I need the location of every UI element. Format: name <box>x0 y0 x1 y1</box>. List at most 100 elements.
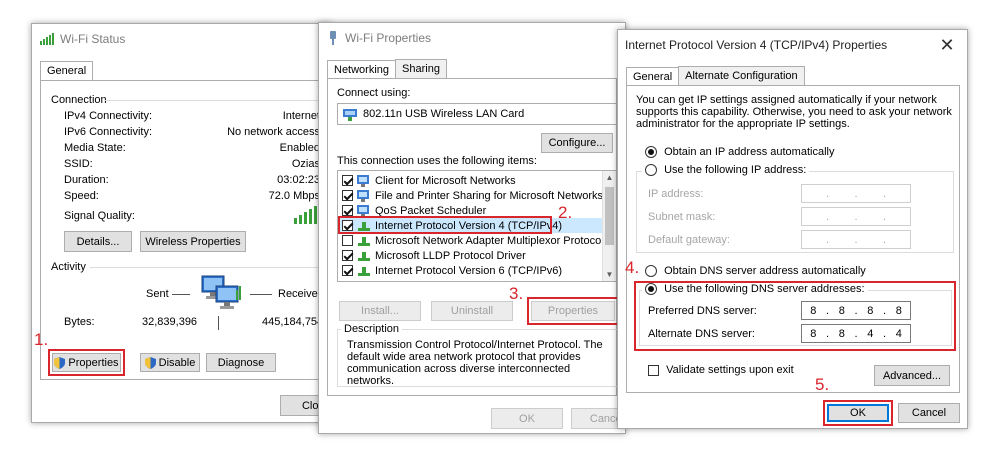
alternate-dns-input[interactable]: 8. 8. 4. 4 <box>801 324 911 343</box>
close-icon[interactable]: ✕ <box>927 30 967 60</box>
ip-address-input[interactable]: ... <box>801 184 911 203</box>
item-label: Client for Microsoft Networks <box>375 174 516 187</box>
subnet-mask-label: Subnet mask: <box>648 211 716 223</box>
list-item[interactable]: Internet Protocol Version 6 (TCP/IPv6) <box>342 263 562 278</box>
ipv6-connectivity-label: IPv6 Connectivity: <box>64 126 153 138</box>
sent-line <box>172 294 190 295</box>
description-text: Transmission Control Protocol/Internet P… <box>347 339 603 387</box>
item-label: File and Printer Sharing for Microsoft N… <box>375 189 604 202</box>
advanced-button[interactable]: Advanced... <box>874 365 950 386</box>
bytes-separator <box>218 316 219 330</box>
adapter-name: 802.11n USB Wireless LAN Card <box>363 108 525 120</box>
items-scrollbar[interactable]: ▲ ▼ <box>602 171 616 281</box>
obtain-ip-auto-label: Obtain an IP address automatically <box>664 146 835 158</box>
items-label: This connection uses the following items… <box>337 155 537 167</box>
list-item[interactable]: Microsoft LLDP Protocol Driver <box>342 248 526 263</box>
step-4-label: 4. <box>625 258 640 277</box>
item-checkbox[interactable] <box>342 175 353 186</box>
details-button[interactable]: Details... <box>64 231 132 252</box>
scroll-down-arrow-icon[interactable]: ▼ <box>603 270 616 279</box>
preferred-dns-octet-3: 8 <box>867 304 874 317</box>
ipv4-title: Internet Protocol Version 4 (TCP/IPv4) P… <box>625 38 888 52</box>
ip-address-label: IP address: <box>648 188 704 200</box>
use-following-dns-option[interactable]: Use the following DNS server addresses: <box>642 283 868 296</box>
disable-button[interactable]: Disable <box>140 353 200 372</box>
ok-button[interactable]: OK <box>491 408 563 429</box>
network-client-icon <box>357 189 371 202</box>
tab-general[interactable]: General <box>626 67 680 87</box>
item-checkbox[interactable] <box>342 190 353 201</box>
wifi-properties-title: Wi-Fi Properties <box>345 31 432 45</box>
use-following-ip-option[interactable]: Use the following IP address: <box>642 164 810 177</box>
item-checkbox[interactable] <box>342 265 353 276</box>
preferred-dns-octet-1: 8 <box>810 304 817 317</box>
ok-button[interactable]: OK <box>827 404 889 422</box>
protocol-icon <box>357 250 371 262</box>
list-item[interactable]: Client for Microsoft Networks <box>342 173 516 188</box>
configure-button[interactable]: Configure... <box>541 133 613 153</box>
default-gateway-input[interactable]: ... <box>801 230 911 249</box>
connection-divider <box>104 100 330 101</box>
connect-using-label: Connect using: <box>337 87 411 99</box>
default-gateway-label: Default gateway: <box>648 234 730 246</box>
tab-alternate-configuration[interactable]: Alternate Configuration <box>678 66 805 86</box>
subnet-mask-input[interactable]: ... <box>801 207 911 226</box>
wifi-properties-window: Wi-Fi Properties Networking Sharing Conn… <box>318 22 626 434</box>
diagnose-button[interactable]: Diagnose <box>206 353 276 372</box>
obtain-dns-auto-radio[interactable] <box>645 265 657 278</box>
item-label: QoS Packet Scheduler <box>375 204 487 217</box>
obtain-dns-auto-option[interactable]: Obtain DNS server address automatically <box>645 265 866 278</box>
shield-icon <box>144 356 156 369</box>
step-5-label: 5. <box>815 375 830 394</box>
obtain-ip-auto-radio[interactable] <box>645 146 657 159</box>
use-following-ip-label: Use the following IP address: <box>664 164 807 176</box>
received-line <box>250 294 272 295</box>
tab-sharing[interactable]: Sharing <box>395 59 447 79</box>
item-checkbox[interactable] <box>342 250 353 261</box>
obtain-dns-auto-label: Obtain DNS server address automatically <box>664 265 866 277</box>
wifi-properties-titlebar[interactable]: Wi-Fi Properties <box>319 23 625 53</box>
tab-networking[interactable]: Networking <box>327 60 397 80</box>
scroll-up-arrow-icon[interactable]: ▲ <box>603 173 616 182</box>
ipv6-connectivity-value: No network access <box>227 126 320 138</box>
signal-quality-label: Signal Quality: <box>64 210 135 222</box>
activity-header: Activity <box>51 261 86 273</box>
alternate-dns-octet-4: 4 <box>895 327 902 340</box>
list-item[interactable]: Microsoft Network Adapter Multiplexor Pr… <box>342 233 604 248</box>
list-item[interactable]: File and Printer Sharing for Microsoft N… <box>342 188 603 203</box>
sent-label: Sent <box>146 288 169 300</box>
uninstall-button[interactable]: Uninstall <box>431 301 513 321</box>
wifi-status-titlebar[interactable]: Wi-Fi Status <box>32 24 330 54</box>
step-2-label: 2. <box>558 203 573 222</box>
item-checkbox[interactable] <box>342 235 353 246</box>
item-checkbox[interactable] <box>342 205 353 216</box>
preferred-dns-input[interactable]: 8. 8. 8. 8 <box>801 301 911 320</box>
wireless-properties-button[interactable]: Wireless Properties <box>140 231 246 252</box>
properties-button[interactable]: Properties <box>531 301 615 321</box>
speed-value: 72.0 Mbps <box>268 190 320 202</box>
step-3-label: 3. <box>509 284 524 303</box>
bytes-sent-value: 32,839,396 <box>142 316 198 328</box>
ipv4-connectivity-value: Internet <box>282 110 320 122</box>
use-following-ip-radio[interactable] <box>645 164 657 177</box>
obtain-ip-auto-option[interactable]: Obtain an IP address automatically <box>645 146 835 159</box>
install-button[interactable]: Install... <box>339 301 421 321</box>
alternate-dns-octet-1: 8 <box>810 327 817 340</box>
network-client-icon <box>357 204 371 217</box>
step-1-label: 1. <box>34 330 49 349</box>
intro-text: You can get IP settings assigned automat… <box>636 94 952 130</box>
ipv4-titlebar[interactable]: Internet Protocol Version 4 (TCP/IPv4) P… <box>618 30 967 60</box>
properties-button[interactable]: Properties <box>52 353 121 372</box>
alternate-dns-octet-2: 8 <box>838 327 845 340</box>
cancel-button[interactable]: Cancel <box>898 403 960 423</box>
protocol-icon <box>357 235 371 247</box>
ssid-value: Ozias <box>291 158 320 170</box>
properties-button-label: Properties <box>68 356 119 369</box>
validate-settings-checkbox[interactable] <box>648 364 659 376</box>
duration-label: Duration: <box>64 174 109 186</box>
use-following-dns-radio[interactable] <box>645 283 657 296</box>
tab-general[interactable]: General <box>40 61 94 81</box>
wifi-status-window: Wi-Fi Status General Connection IPv4 Con… <box>31 23 331 423</box>
validate-settings-option[interactable]: Validate settings upon exit <box>648 364 794 376</box>
scrollbar-thumb[interactable] <box>605 187 614 245</box>
